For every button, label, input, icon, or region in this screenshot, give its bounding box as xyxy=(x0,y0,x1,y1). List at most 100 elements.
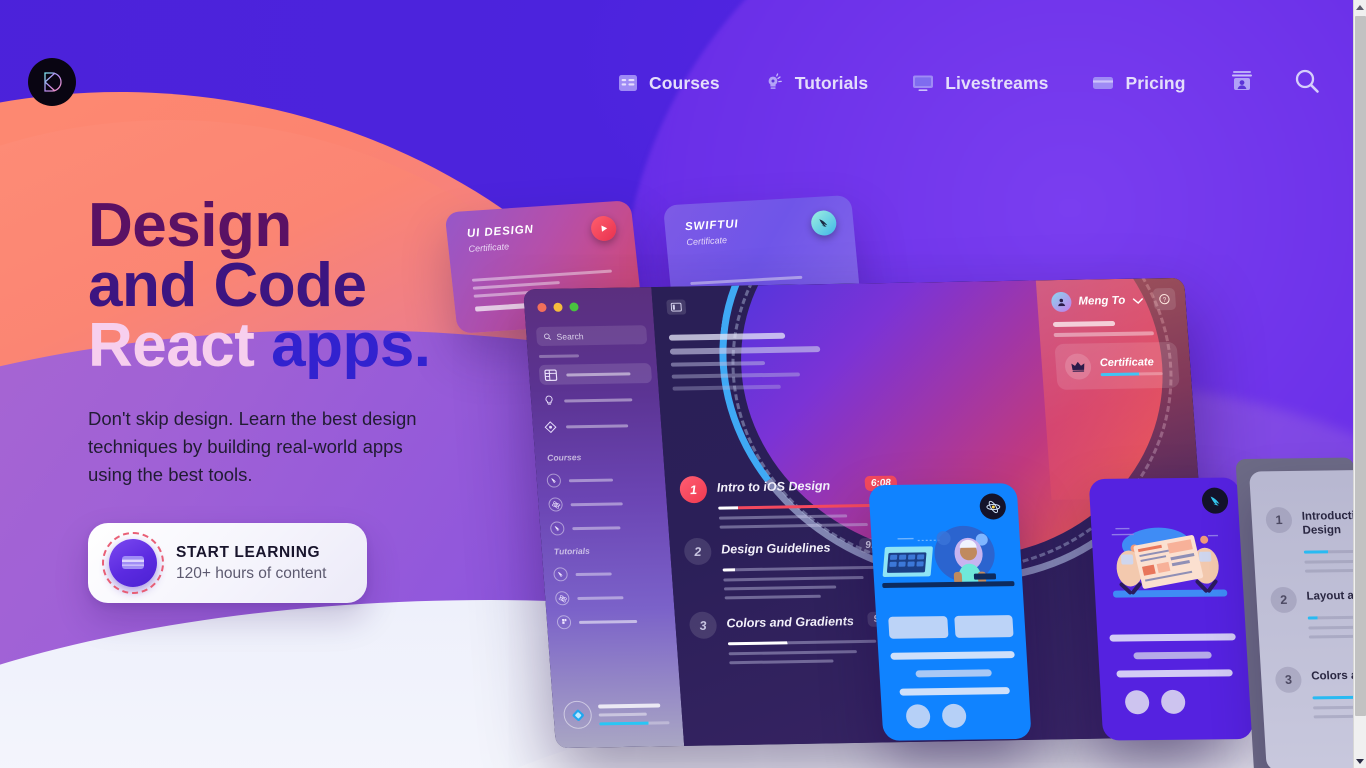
headline-apps: apps. xyxy=(271,311,431,380)
cta-subtitle: 120+ hours of content xyxy=(176,564,327,582)
nav-item-tutorials[interactable]: Tutorials xyxy=(742,68,891,98)
account-box-icon[interactable] xyxy=(1230,70,1254,92)
sidebar-tutorial-item[interactable] xyxy=(556,610,668,632)
list-item-progress xyxy=(1303,549,1353,554)
sidebar-toggle-icon[interactable] xyxy=(666,299,687,315)
nav-item-pricing[interactable]: Pricing xyxy=(1070,68,1207,98)
library-icon xyxy=(543,367,559,382)
sidebar-course-item[interactable] xyxy=(546,469,658,491)
user-avatar xyxy=(1050,291,1073,313)
card-icon xyxy=(1092,75,1114,91)
designcode-monogram-icon xyxy=(44,72,62,92)
page-root: UI DESIGN Certificate SWIFTUI Certificat… xyxy=(0,0,1366,768)
search-icon xyxy=(544,332,552,340)
react-atom-icon xyxy=(554,591,570,606)
certificate-card-title: Certificate xyxy=(1099,355,1155,369)
dashed-ring-decoration xyxy=(102,532,164,594)
list-item-number: 3 xyxy=(1274,666,1303,693)
nav-item-label: Courses xyxy=(649,72,720,93)
list-item[interactable]: 3 Colors and xyxy=(1274,665,1353,719)
start-learning-button[interactable]: START LEARNING 120+ hours of content xyxy=(88,523,367,603)
illustration-two-people-poster xyxy=(1111,527,1228,598)
sidebar-course-item[interactable] xyxy=(548,493,660,515)
swift-bird-icon xyxy=(546,473,562,488)
react-atom-icon xyxy=(548,497,564,512)
mobile-card-purple xyxy=(1088,477,1254,741)
play-badge-icon xyxy=(589,215,618,242)
scroll-down-arrow-icon[interactable] xyxy=(1354,754,1366,768)
sidebar-course-item[interactable] xyxy=(549,517,662,539)
main-placeholder-headlines xyxy=(668,331,864,398)
nav-item-courses[interactable]: Courses xyxy=(596,68,742,98)
sidebar-divider xyxy=(538,354,580,358)
mobile-card-lines xyxy=(890,651,1017,707)
lesson-title: Colors and Gradients xyxy=(726,614,855,631)
help-circle-icon[interactable]: ? xyxy=(1152,287,1177,311)
list-item-title: Layout and xyxy=(1306,589,1353,603)
list-item-number: 2 xyxy=(1269,586,1298,614)
certificate-title: SWIFTUI xyxy=(684,218,740,234)
scroll-up-arrow-icon[interactable] xyxy=(1354,0,1366,14)
headline-line-1: Design xyxy=(88,191,292,260)
lesson-title: Intro to iOS Design xyxy=(716,478,831,495)
nav-item-livestreams[interactable]: Livestreams xyxy=(890,68,1070,98)
page-title: Design and Code React apps. xyxy=(88,191,508,377)
sidebar-group-courses: Courses xyxy=(546,452,582,463)
illustration-person-at-desk xyxy=(882,525,1015,588)
headline-line-2: and Code xyxy=(88,251,367,320)
sidebar-nav-library[interactable] xyxy=(538,363,653,385)
svg-text:?: ? xyxy=(1162,297,1167,304)
site-logo[interactable] xyxy=(28,58,76,106)
list-item[interactable]: 1 Introduction to Design xyxy=(1265,505,1353,573)
nav-item-label: Livestreams xyxy=(945,72,1049,93)
crown-icon xyxy=(1064,353,1093,380)
swift-bird-icon xyxy=(549,521,565,536)
cta-icon-wrap xyxy=(102,532,164,594)
lightbulb-icon xyxy=(764,73,784,93)
sketch-diamond-icon xyxy=(562,700,593,730)
nav-links: Courses Tutorials Livestreams Pricing xyxy=(596,68,1208,98)
mobile-card-lines xyxy=(1109,633,1238,688)
lightbulb-icon xyxy=(541,393,557,408)
sidebar-progress-card[interactable] xyxy=(559,694,678,734)
headline-line-3: React apps. xyxy=(88,311,431,380)
scrollbar-thumb[interactable] xyxy=(1355,16,1366,716)
cta-text: START LEARNING 120+ hours of content xyxy=(176,544,326,583)
swift-bird-icon xyxy=(553,567,569,582)
vertical-scrollbar[interactable] xyxy=(1353,0,1366,768)
nav-item-label: Tutorials xyxy=(794,72,869,93)
browser-viewport: UI DESIGN Certificate SWIFTUI Certificat… xyxy=(0,0,1353,768)
search-icon[interactable] xyxy=(1294,68,1320,94)
list-item-title: Colors and xyxy=(1310,669,1353,683)
sidebar-search-input[interactable]: Search xyxy=(535,325,648,347)
sidebar-tutorial-item[interactable] xyxy=(553,563,665,585)
mobile-card-tiles xyxy=(888,615,1014,639)
sidebar-nav-tutorials[interactable] xyxy=(540,389,652,411)
lesson-progress xyxy=(727,639,877,646)
list-item-number: 1 xyxy=(1265,506,1293,534)
nav-right-actions xyxy=(1230,68,1320,94)
lesson-number: 3 xyxy=(688,611,718,639)
certificate-progress-card[interactable]: Certificate xyxy=(1054,341,1180,390)
chevron-down-icon xyxy=(1132,297,1143,304)
swift-bird-icon xyxy=(810,209,838,237)
sidebar-nav-design[interactable] xyxy=(542,415,654,437)
sidebar-tutorial-item[interactable] xyxy=(554,586,667,608)
lesson-row[interactable]: 3 Colors and Gradients 9:31 xyxy=(688,608,901,665)
certificate-subtitle: Certificate xyxy=(685,234,728,248)
mobile-card-dots xyxy=(1124,689,1186,715)
headline-react: React xyxy=(88,311,272,380)
courses-grid-icon xyxy=(618,74,638,92)
sidebar-group-tutorials: Tutorials xyxy=(553,545,591,557)
user-menu[interactable]: Meng To xyxy=(1050,291,1144,313)
list-item[interactable]: 2 Layout and xyxy=(1269,585,1353,639)
list-item-progress xyxy=(1307,614,1353,620)
sidebar-search-placeholder: Search xyxy=(556,330,584,342)
lesson-number: 1 xyxy=(678,475,708,504)
right-list-panel: 1 Introduction to Design 2 Layout and 3 … xyxy=(1249,469,1353,768)
diamond-icon xyxy=(542,419,558,434)
lesson-title: Design Guidelines xyxy=(720,540,831,557)
hero-content: Design and Code React apps. Don't skip d… xyxy=(88,191,508,489)
figma-icon xyxy=(556,615,572,630)
app-profile-panel: Meng To ? Certificate xyxy=(1035,277,1200,500)
